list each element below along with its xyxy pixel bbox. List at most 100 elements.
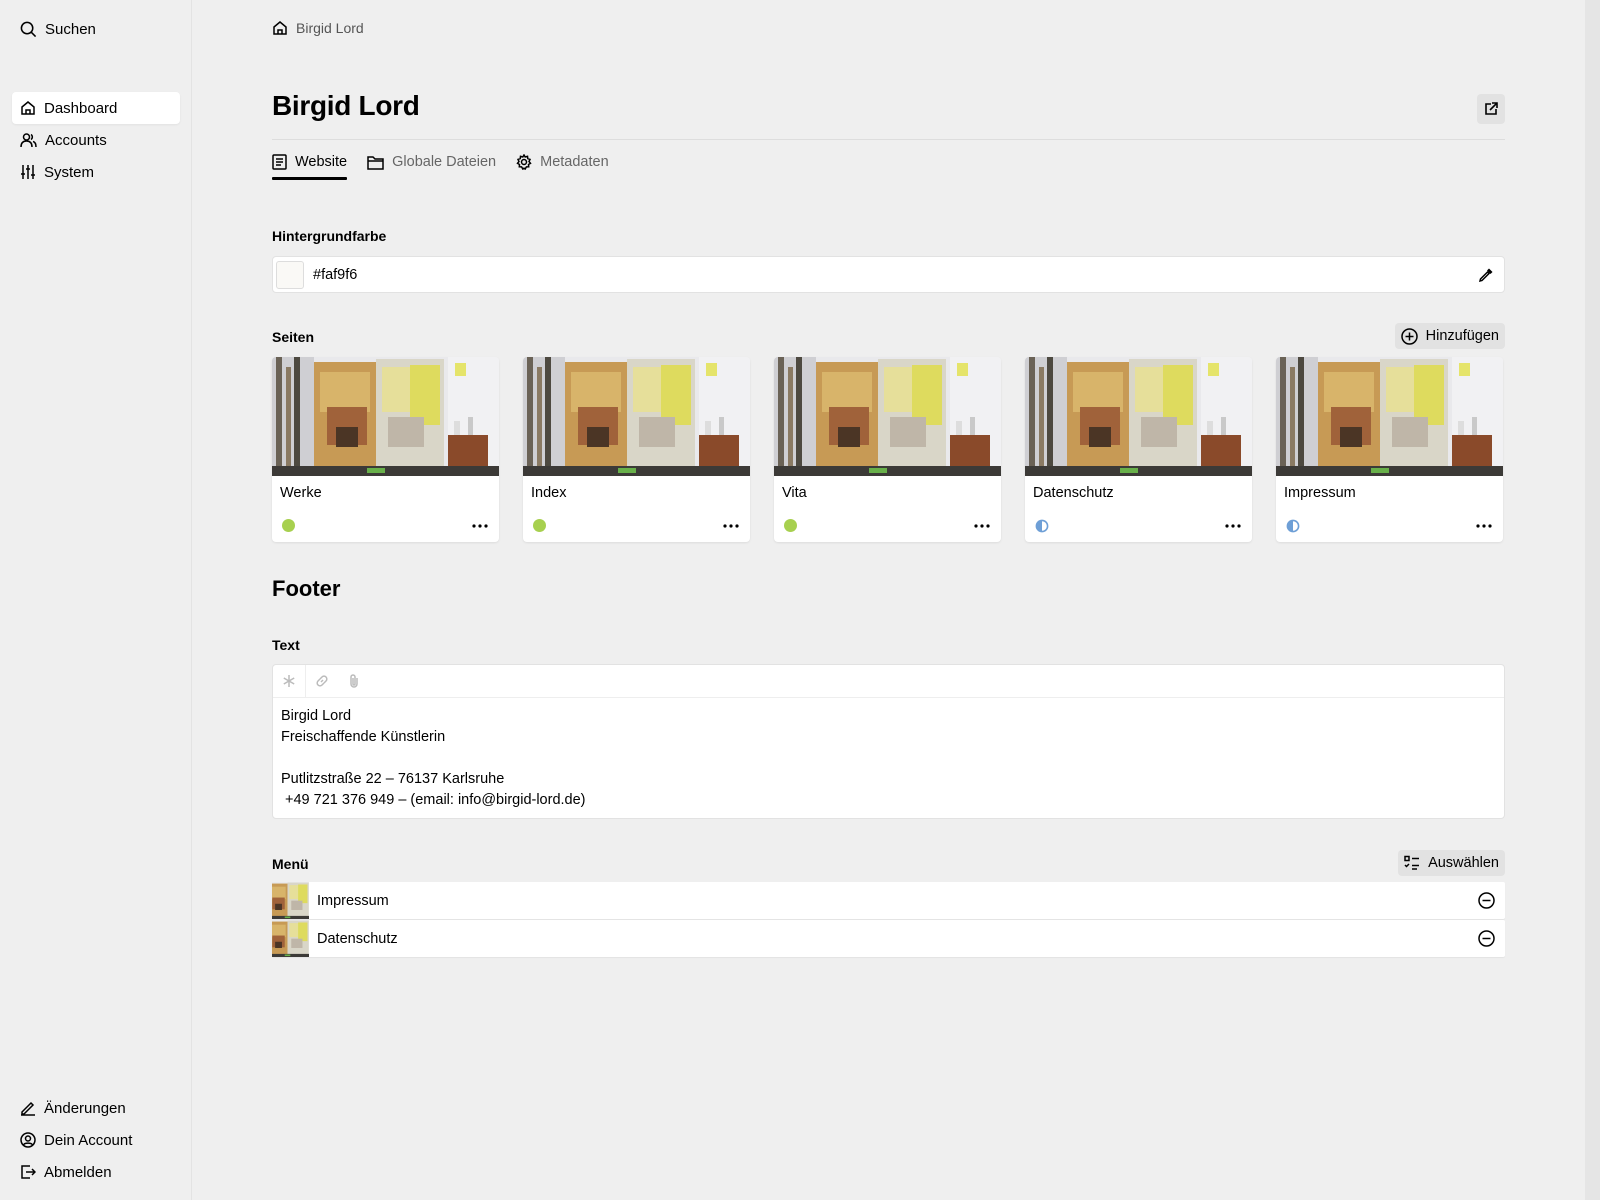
more-icon <box>1225 524 1241 528</box>
more-icon <box>723 524 739 528</box>
nav-item-label: Dashboard <box>44 99 118 117</box>
link-button[interactable] <box>306 665 338 697</box>
status-unlisted-icon[interactable] <box>1286 519 1300 533</box>
page-card-title: Index <box>531 485 567 501</box>
page-title: Birgid Lord <box>272 90 420 121</box>
more-icon <box>974 524 990 528</box>
nav-item-label: Abmelden <box>44 1163 112 1181</box>
editor-toolbar <box>273 665 1504 698</box>
footer-text-label: Text <box>272 637 300 653</box>
account-nav: Änderungen Dein Account Abmelden <box>12 1092 180 1188</box>
color-value[interactable]: #faf9f6 <box>313 267 1468 283</box>
footer-text-editor[interactable]: Birgid Lord Freischaffende Künstlerin Pu… <box>272 664 1505 819</box>
more-icon <box>472 524 488 528</box>
menu-item-impressum[interactable]: Impressum <box>272 882 1505 919</box>
title-divider <box>272 139 1505 140</box>
search-button[interactable]: Suchen <box>20 18 96 40</box>
page-card-datenschutz[interactable]: Datenschutz <box>1025 357 1252 542</box>
footer-text-line: Freischaffende Künstlerin <box>281 729 446 745</box>
scrollbar[interactable] <box>1585 0 1600 1200</box>
document-icon <box>272 154 287 170</box>
page-card-werke[interactable]: Werke <box>272 357 499 542</box>
page-options-button[interactable] <box>969 514 995 538</box>
page-options-button[interactable] <box>1220 514 1246 538</box>
select-menu-button[interactable]: Auswählen <box>1398 850 1505 876</box>
tab-label: Metadaten <box>540 154 609 170</box>
link-icon <box>314 673 330 689</box>
menu-item-label: Datenschutz <box>317 930 398 947</box>
pages-label: Seiten <box>272 329 315 345</box>
open-site-button[interactable] <box>1477 94 1505 124</box>
gear-icon <box>516 154 532 170</box>
menu-item-label: Impressum <box>317 892 389 909</box>
nav-item-system[interactable]: System <box>12 156 180 188</box>
search-label: Suchen <box>45 20 96 38</box>
footer-text-line: +49 721 376 949 – (email: info@birgid-lo… <box>281 792 586 808</box>
home-icon <box>272 20 288 36</box>
page-card-title: Werke <box>280 485 322 501</box>
page-thumbnail <box>1276 357 1503 476</box>
select-menu-label: Auswählen <box>1428 855 1499 871</box>
checklist-icon <box>1404 855 1420 871</box>
page-thumbnail <box>1025 357 1252 476</box>
pencil-icon <box>20 1100 36 1116</box>
status-unlisted-icon[interactable] <box>1035 519 1049 533</box>
more-icon <box>1476 524 1492 528</box>
page-thumbnail <box>774 357 1001 476</box>
page-options-button[interactable] <box>718 514 744 538</box>
nav-item-accounts[interactable]: Accounts <box>12 124 180 156</box>
menu-item-thumbnail <box>272 920 309 957</box>
bold-button[interactable] <box>273 665 305 697</box>
add-page-button[interactable]: Hinzufügen <box>1394 323 1505 349</box>
background-color-field[interactable]: #faf9f6 <box>272 256 1505 293</box>
status-published-icon[interactable] <box>784 519 798 533</box>
footer-text-line: Birgid Lord <box>281 708 352 724</box>
page-card-title: Impressum <box>1284 485 1356 501</box>
users-icon <box>20 132 37 148</box>
breadcrumb-label: Birgid Lord <box>296 20 364 36</box>
nav-item-dashboard[interactable]: Dashboard <box>12 92 180 124</box>
tab-bar: Website Globale Dateien Metadaten <box>272 146 609 180</box>
nav-item-logout[interactable]: Abmelden <box>12 1156 180 1188</box>
paperclip-icon <box>347 673 361 689</box>
tab-label: Globale Dateien <box>392 154 497 170</box>
page-card-title: Datenschutz <box>1033 485 1114 501</box>
page-thumbnail <box>272 357 499 476</box>
nav-item-label: Accounts <box>45 131 107 149</box>
editor-content[interactable]: Birgid Lord Freischaffende Künstlerin Pu… <box>273 698 1504 811</box>
menu-item-thumbnail <box>272 882 309 919</box>
page-card-index[interactable]: Index <box>523 357 750 542</box>
footer-text-line <box>281 748 1496 769</box>
page-card-impressum[interactable]: Impressum <box>1276 357 1503 542</box>
external-link-icon <box>1483 101 1499 117</box>
color-swatch[interactable] <box>276 260 304 289</box>
page-card-title: Vita <box>782 485 807 501</box>
asterisk-icon <box>282 674 296 688</box>
menu-list: Impressum Datenschutz <box>272 882 1505 958</box>
tab-global-files[interactable]: Globale Dateien <box>367 146 496 178</box>
add-page-label: Hinzufügen <box>1425 328 1499 344</box>
eyedropper-icon <box>1478 267 1494 283</box>
status-published-icon[interactable] <box>282 519 296 533</box>
page-options-button[interactable] <box>1471 514 1497 538</box>
minus-circle-icon <box>1477 930 1495 947</box>
color-picker-button[interactable] <box>1468 257 1504 293</box>
nav-item-changes[interactable]: Änderungen <box>12 1092 180 1124</box>
sliders-icon <box>20 164 36 180</box>
remove-menu-item-button[interactable] <box>1467 882 1505 919</box>
tab-website[interactable]: Website <box>272 146 348 180</box>
home-icon <box>20 100 36 116</box>
search-icon <box>20 21 37 38</box>
remove-menu-item-button[interactable] <box>1467 920 1505 957</box>
attachment-button[interactable] <box>338 665 370 697</box>
page-card-vita[interactable]: Vita <box>774 357 1001 542</box>
status-published-icon[interactable] <box>533 519 547 533</box>
nav-item-label: Änderungen <box>44 1099 126 1117</box>
tab-metadata[interactable]: Metadaten <box>516 146 609 178</box>
page-options-button[interactable] <box>467 514 493 538</box>
nav-item-your-account[interactable]: Dein Account <box>12 1124 180 1156</box>
folder-icon <box>367 155 384 170</box>
menu-item-datenschutz[interactable]: Datenschutz <box>272 920 1505 957</box>
user-circle-icon <box>20 1132 36 1148</box>
breadcrumb[interactable]: Birgid Lord <box>272 18 364 38</box>
